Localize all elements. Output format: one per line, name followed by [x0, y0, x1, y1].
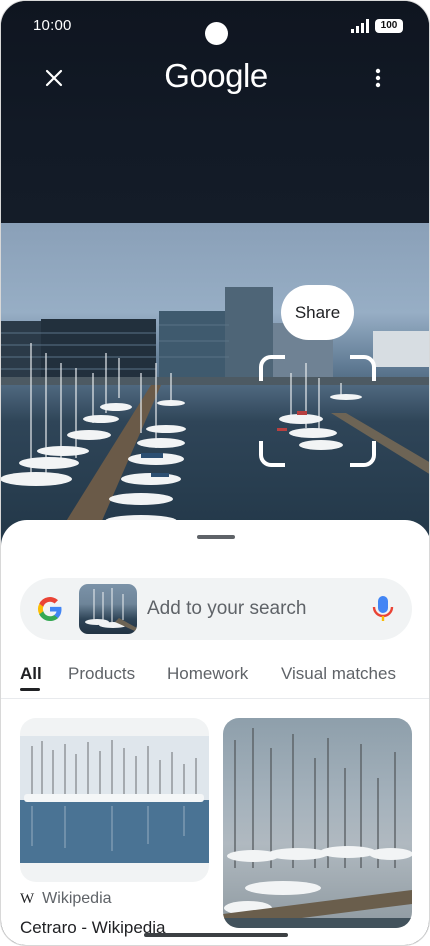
mic-icon[interactable]: [372, 595, 394, 623]
search-placeholder[interactable]: Add to your search: [147, 598, 306, 620]
tab-homework[interactable]: Homework: [167, 664, 248, 684]
captured-photo[interactable]: [1, 223, 429, 543]
marina-large-thumbnail: [223, 728, 412, 928]
marina-thumbnail: [20, 736, 209, 863]
status-bar: 10:00 100: [1, 1, 429, 51]
thumbnail-photo: [85, 588, 137, 632]
home-indicator[interactable]: [144, 933, 288, 937]
crop-handle-bottom-left[interactable]: [259, 441, 285, 467]
more-vert-icon: [375, 68, 381, 88]
crop-handle-bottom-right[interactable]: [350, 441, 376, 467]
camera-cutout: [205, 22, 228, 45]
share-button[interactable]: Share: [281, 285, 354, 340]
crop-handle-top-right[interactable]: [350, 355, 376, 381]
phone-screen: 10:00 100 Google Share Add to your searc…: [0, 0, 430, 946]
result-thumbnail: [20, 736, 209, 863]
status-time: 10:00: [33, 17, 72, 34]
more-options-button[interactable]: [363, 61, 393, 95]
crop-handle-top-left[interactable]: [259, 355, 285, 381]
sheet-drag-handle[interactable]: [197, 535, 235, 539]
tab-products[interactable]: Products: [68, 664, 135, 684]
wikipedia-icon: W: [20, 890, 35, 907]
tab-visual-matches[interactable]: Visual matches: [281, 664, 396, 684]
tab-all[interactable]: All: [20, 664, 42, 684]
search-bar[interactable]: Add to your search: [20, 578, 412, 640]
result-source[interactable]: W Wikipedia: [20, 890, 112, 908]
search-image-thumbnail[interactable]: [79, 584, 137, 634]
lens-header-area: 10:00 100 Google: [1, 1, 429, 223]
result-card-image[interactable]: [20, 718, 209, 882]
result-source-name: Wikipedia: [42, 890, 112, 907]
selection-frame[interactable]: [259, 355, 376, 467]
active-tab-indicator: [20, 688, 40, 691]
result-tabs: All Products Homework Visual matches: [1, 660, 429, 696]
signal-icon: [351, 19, 369, 33]
results-sheet: Add to your search All Products Homework…: [1, 520, 429, 945]
result-card-image-large[interactable]: [223, 718, 412, 928]
google-g-icon: [38, 597, 62, 621]
tabs-divider: [1, 698, 429, 699]
battery-icon: 100: [375, 19, 403, 33]
